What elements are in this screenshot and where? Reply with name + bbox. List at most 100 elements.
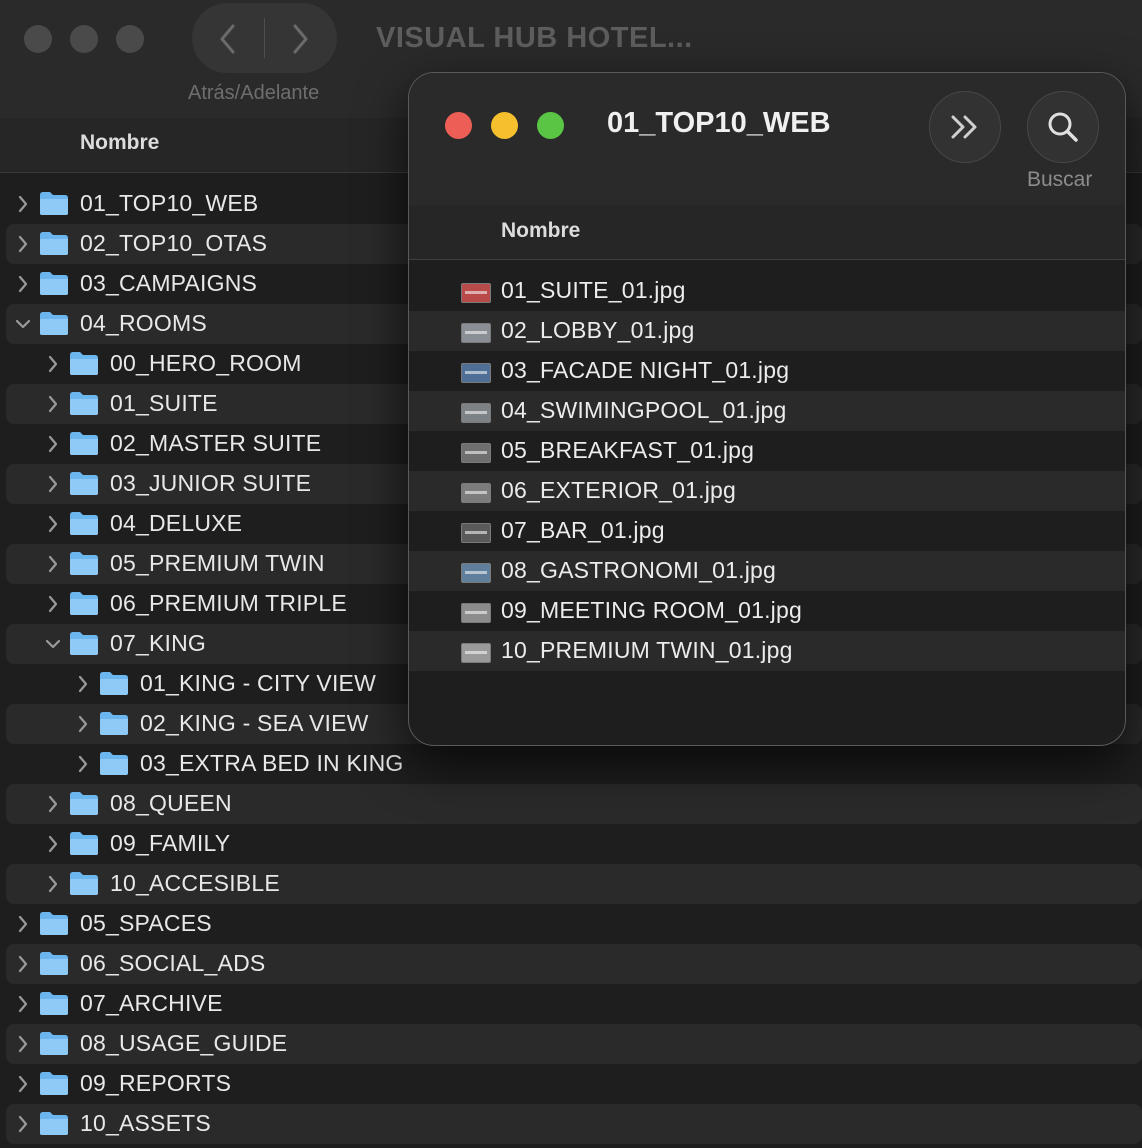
window-title: VISUAL HUB HOTEL... [376,22,693,54]
minimize-button-inactive[interactable] [70,25,98,53]
folder-row[interactable]: 10_ASSETS [0,1104,1142,1144]
folder-row[interactable]: 07_ARCHIVE [0,984,1142,1024]
image-thumbnail-icon [461,483,491,503]
toolbar: 01_TOP10_WEB Buscar [409,73,1125,205]
folder-name: 02_TOP10_OTAS [80,230,268,256]
nav-caption: Atrás/Adelante [188,82,320,104]
search-icon [1048,112,1078,142]
chevron-right-icon[interactable] [16,234,30,254]
search-button[interactable] [1027,91,1099,163]
folder-icon [70,832,98,855]
chevron-right-icon[interactable] [46,394,60,414]
chevron-down-icon[interactable] [16,314,30,334]
chevron-right-icon[interactable] [16,194,30,214]
folder-row[interactable]: 08_USAGE_GUIDE [0,1024,1142,1064]
chevron-right-icon[interactable] [76,674,90,694]
folder-row[interactable]: 05_SPACES [0,904,1142,944]
file-row[interactable]: 09_MEETING ROOM_01.jpg [409,591,1125,631]
file-row[interactable]: 10_PREMIUM TWIN_01.jpg [409,631,1125,671]
folder-icon [40,1032,68,1055]
window-title: 01_TOP10_WEB [607,107,831,139]
finder-window-top10-web: 01_TOP10_WEB Buscar Nombre 01_SUITE_01.j… [408,72,1126,746]
folder-icon [70,872,98,895]
forward-button[interactable] [278,17,322,61]
chevron-right-icon[interactable] [46,474,60,494]
folder-name: 09_FAMILY [110,830,231,856]
more-toolbar-button[interactable] [929,91,1001,163]
back-button[interactable] [206,17,250,61]
folder-icon [70,792,98,815]
folder-icon [70,432,98,455]
file-name: 01_SUITE_01.jpg [501,277,686,303]
chevron-right-icon[interactable] [46,514,60,534]
column-header-name[interactable]: Nombre [501,219,580,243]
file-name: 06_EXTERIOR_01.jpg [501,477,737,503]
chevron-right-icon[interactable] [16,274,30,294]
folder-row[interactable]: 06_SOCIAL_ADS [0,944,1142,984]
chevron-right-icon[interactable] [46,594,60,614]
folder-icon [40,992,68,1015]
chevron-right-icon[interactable] [16,1034,30,1054]
folder-icon [40,192,68,215]
chevron-right-icon[interactable] [46,354,60,374]
folder-name: 03_EXTRA BED IN KING [140,750,404,776]
chevron-right-icon[interactable] [46,834,60,854]
folder-row[interactable]: 08_QUEEN [0,784,1142,824]
chevron-right-icon[interactable] [16,914,30,934]
file-name: 02_LOBBY_01.jpg [501,317,695,343]
folder-icon [70,512,98,535]
file-row[interactable]: 08_GASTRONOMI_01.jpg [409,551,1125,591]
folder-name: 10_ASSETS [80,1110,211,1136]
chevron-right-icon[interactable] [46,434,60,454]
file-row[interactable]: 03_FACADE NIGHT_01.jpg [409,351,1125,391]
folder-row[interactable]: 03_EXTRA BED IN KING [0,744,1142,784]
folder-icon [70,552,98,575]
folder-name: 06_PREMIUM TRIPLE [110,590,347,616]
file-row[interactable]: 07_BAR_01.jpg [409,511,1125,551]
double-chevron-icon [951,115,977,139]
folder-icon [70,632,98,655]
folder-row[interactable]: 09_REPORTS [0,1064,1142,1104]
file-row[interactable]: 04_SWIMINGPOOL_01.jpg [409,391,1125,431]
folder-name: 05_SPACES [80,910,212,936]
image-thumbnail-icon [461,323,491,343]
folder-icon [70,352,98,375]
folder-row[interactable]: 09_FAMILY [0,824,1142,864]
folder-name: 06_SOCIAL_ADS [80,950,266,976]
folder-row[interactable]: 10_ACCESIBLE [0,864,1142,904]
folder-name: 01_SUITE [110,390,218,416]
close-button[interactable] [445,112,472,139]
folder-icon [70,472,98,495]
file-name: 10_PREMIUM TWIN_01.jpg [501,637,793,663]
file-row[interactable]: 02_LOBBY_01.jpg [409,311,1125,351]
chevron-right-icon[interactable] [16,954,30,974]
folder-name: 01_TOP10_WEB [80,190,259,216]
chevron-right-icon[interactable] [16,1114,30,1134]
chevron-right-icon[interactable] [16,994,30,1014]
minimize-button[interactable] [491,112,518,139]
file-row[interactable]: 01_SUITE_01.jpg [409,271,1125,311]
chevron-right-icon[interactable] [76,714,90,734]
chevron-right-icon[interactable] [46,874,60,894]
column-header[interactable]: Nombre [409,205,1125,260]
file-name: 03_FACADE NIGHT_01.jpg [501,357,790,383]
file-name: 08_GASTRONOMI_01.jpg [501,557,777,583]
zoom-button[interactable] [537,112,564,139]
file-name: 05_BREAKFAST_01.jpg [501,437,755,463]
chevron-right-icon[interactable] [46,794,60,814]
file-row[interactable]: 05_BREAKFAST_01.jpg [409,431,1125,471]
folder-name: 02_KING - SEA VIEW [140,710,369,736]
zoom-button-inactive[interactable] [116,25,144,53]
image-thumbnail-icon [461,563,491,583]
folder-name: 09_REPORTS [80,1070,232,1096]
chevron-right-icon[interactable] [16,1074,30,1094]
folder-name: 01_KING - CITY VIEW [140,670,376,696]
folder-icon [40,952,68,975]
column-header-name[interactable]: Nombre [80,131,159,155]
folder-name: 08_USAGE_GUIDE [80,1030,288,1056]
chevron-right-icon[interactable] [76,754,90,774]
close-button-inactive[interactable] [24,25,52,53]
file-row[interactable]: 06_EXTERIOR_01.jpg [409,471,1125,511]
chevron-right-icon[interactable] [46,554,60,574]
chevron-down-icon[interactable] [46,634,60,654]
